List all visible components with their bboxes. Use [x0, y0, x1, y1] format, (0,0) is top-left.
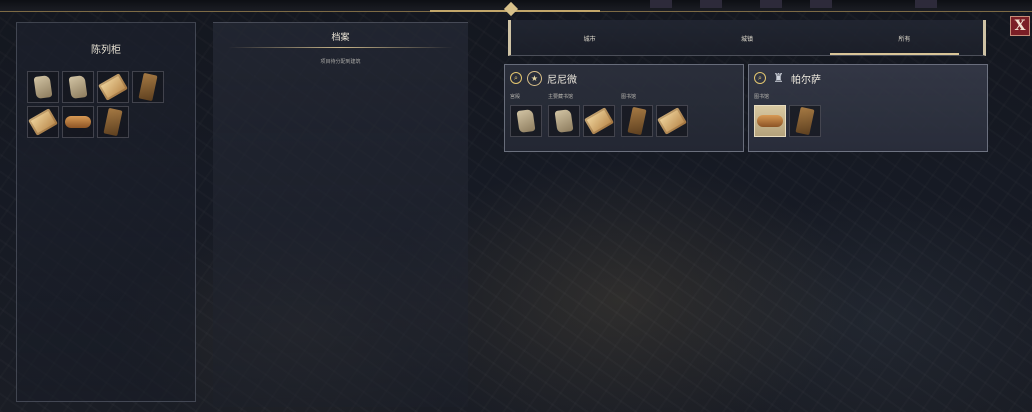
stone-tablet-icon: [516, 108, 536, 134]
building-label: 宫殿: [510, 94, 521, 100]
building-slot[interactable]: [548, 105, 580, 137]
city-name: 尼尼微: [547, 74, 577, 86]
building-label: 图书馆: [754, 94, 770, 100]
scroll-icon: [584, 107, 614, 135]
castle-emblem-icon: ♜: [773, 70, 784, 85]
showcase-slot[interactable]: [97, 106, 129, 138]
building-groups: 图书馆: [754, 93, 821, 137]
building-label: 图书馆: [621, 94, 637, 100]
building-slot[interactable]: [583, 105, 615, 137]
archive-title: 档案: [331, 33, 350, 43]
top-tile: [915, 0, 937, 8]
building-group-main-library: 主要藏书馆: [548, 93, 615, 137]
top-tile: [810, 0, 832, 8]
building-group-library: 图书馆: [621, 93, 688, 137]
showcase-slot[interactable]: [62, 71, 94, 103]
tab-towns[interactable]: 城镇: [668, 20, 825, 55]
magnify-icon[interactable]: ⌕: [510, 72, 522, 84]
scroll-icon: [98, 73, 128, 101]
city-card-nineveh[interactable]: ⌕ ★ 尼尼微 宫殿 主要藏书馆 图书馆: [504, 64, 744, 152]
book-icon: [627, 106, 647, 136]
rolled-scroll-icon: [757, 115, 783, 127]
stone-tablet-icon: [68, 74, 88, 100]
rolled-scroll-icon: [65, 116, 91, 128]
showcase-slot[interactable]: [62, 106, 94, 138]
book-icon: [103, 107, 123, 137]
showcase-title: 陈列柜: [91, 45, 121, 56]
city-header: ⌕ ♜ 帕尔萨: [754, 70, 821, 86]
book-icon: [138, 72, 158, 102]
building-groups: 宫殿 主要藏书馆 图书馆: [510, 93, 688, 137]
top-tile: [700, 0, 722, 8]
building-slot[interactable]: [621, 105, 653, 137]
building-group-library: 图书馆: [754, 93, 821, 137]
showcase-slot[interactable]: [132, 71, 164, 103]
building-group-palace: 宫殿: [510, 93, 542, 137]
top-tile: [650, 0, 672, 8]
showcase-slot[interactable]: [27, 71, 59, 103]
stone-tablet-icon: [554, 108, 574, 134]
showcase-row: [27, 106, 177, 138]
showcase-item-grid: [27, 71, 177, 141]
building-slot[interactable]: [510, 105, 542, 137]
building-label: 主要藏书馆: [548, 94, 574, 100]
showcase-panel: 陈列柜: [16, 22, 196, 402]
magnify-icon[interactable]: ⌕: [754, 72, 766, 84]
scroll-icon: [28, 108, 58, 136]
building-slot[interactable]: [754, 105, 786, 137]
close-button[interactable]: X: [1010, 16, 1030, 36]
star-emblem-icon: ★: [527, 70, 542, 86]
archive-panel: 档案 项目待分配到建筑: [213, 22, 468, 407]
city-card-parsa[interactable]: ⌕ ♜ 帕尔萨 图书馆: [748, 64, 988, 152]
archive-subtitle: 项目待分配到建筑: [320, 59, 361, 65]
city-name: 帕尔萨: [791, 74, 821, 86]
top-tile: [760, 0, 782, 8]
building-slot[interactable]: [656, 105, 688, 137]
building-slot[interactable]: [789, 105, 821, 137]
stone-tablet-icon: [33, 74, 53, 100]
showcase-slot[interactable]: [97, 71, 129, 103]
archive-divider: [228, 47, 453, 48]
tab-all[interactable]: 所有: [826, 20, 983, 55]
top-ornament-bar: [0, 0, 1032, 17]
showcase-row: [27, 71, 177, 103]
city-header: ⌕ ★ 尼尼微: [510, 70, 577, 86]
filter-tabs: 城市 城镇 所有: [508, 20, 986, 56]
showcase-slot[interactable]: [27, 106, 59, 138]
book-icon: [795, 106, 815, 136]
tab-cities[interactable]: 城市: [511, 20, 668, 55]
scroll-icon: [657, 107, 687, 135]
